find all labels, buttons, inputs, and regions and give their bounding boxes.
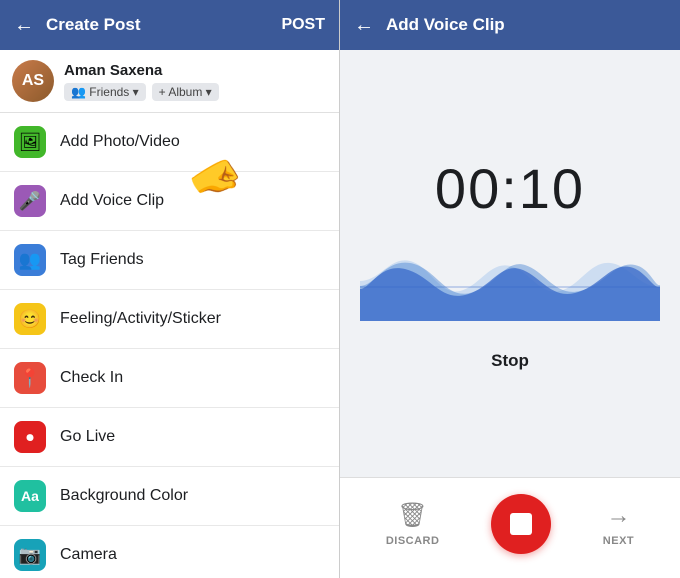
menu-item-bg-color[interactable]: Aa Background Color bbox=[0, 467, 339, 526]
discard-label: DISCARD bbox=[386, 535, 440, 547]
back-icon[interactable]: ← bbox=[14, 14, 34, 37]
tag-friends-label: Tag Friends bbox=[60, 251, 144, 269]
add-photo-icon: 🖼 bbox=[14, 126, 46, 158]
discard-icon: 🗑 bbox=[397, 501, 427, 530]
tag-friends-icon: 👥 bbox=[14, 244, 46, 276]
menu-list: 🖼 Add Photo/Video 🎤 Add Voice Clip 👥 Tag… bbox=[0, 113, 339, 578]
check-in-label: Check In bbox=[60, 369, 123, 387]
user-info: Aman Saxena 👥 Friends ▾ + Album ▾ bbox=[64, 62, 219, 101]
album-badge[interactable]: + Album ▾ bbox=[152, 83, 219, 101]
user-badges: 👥 Friends ▾ + Album ▾ bbox=[64, 83, 219, 101]
user-name: Aman Saxena bbox=[64, 62, 219, 79]
stop-square-icon bbox=[510, 513, 532, 535]
check-in-icon: 📍 bbox=[14, 362, 46, 394]
camera-icon: 📷 bbox=[14, 539, 46, 571]
next-button[interactable]: → NEXT bbox=[603, 502, 634, 547]
menu-item-feeling[interactable]: 😊 Feeling/Activity/Sticker bbox=[0, 290, 339, 349]
voice-content: 00:10 Stop bbox=[340, 50, 680, 477]
next-icon: → bbox=[606, 502, 630, 530]
post-button[interactable]: POST bbox=[281, 16, 325, 34]
feeling-icon: 😊 bbox=[14, 303, 46, 335]
left-header: ← Create Post POST bbox=[0, 0, 339, 50]
add-voice-icon: 🎤 bbox=[14, 185, 46, 217]
right-header: ← Add Voice Clip bbox=[340, 0, 680, 50]
menu-item-check-in[interactable]: 📍 Check In bbox=[0, 349, 339, 408]
go-live-icon: ⏺ bbox=[14, 421, 46, 453]
menu-item-add-voice[interactable]: 🎤 Add Voice Clip bbox=[0, 172, 339, 231]
bg-color-label: Background Color bbox=[60, 487, 188, 505]
menu-item-add-photo[interactable]: 🖼 Add Photo/Video bbox=[0, 113, 339, 172]
create-post-title: Create Post bbox=[46, 15, 269, 35]
go-live-label: Go Live bbox=[60, 428, 115, 446]
menu-item-camera[interactable]: 📷 Camera bbox=[0, 526, 339, 578]
camera-label: Camera bbox=[60, 546, 117, 564]
menu-item-tag-friends[interactable]: 👥 Tag Friends bbox=[0, 231, 339, 290]
bg-color-icon: Aa bbox=[14, 480, 46, 512]
create-post-panel: ← Create Post POST AS Aman Saxena 👥 Frie… bbox=[0, 0, 340, 578]
voice-back-icon[interactable]: ← bbox=[354, 14, 374, 37]
avatar: AS bbox=[12, 60, 54, 102]
stop-button[interactable] bbox=[491, 494, 551, 554]
add-photo-label: Add Photo/Video bbox=[60, 133, 180, 151]
stop-label: Stop bbox=[491, 351, 529, 371]
user-row: AS Aman Saxena 👥 Friends ▾ + Album ▾ bbox=[0, 50, 339, 113]
next-label: NEXT bbox=[603, 535, 634, 547]
menu-item-go-live[interactable]: ⏺ Go Live bbox=[0, 408, 339, 467]
timer-display: 00:10 bbox=[435, 156, 585, 221]
add-voice-title: Add Voice Clip bbox=[386, 15, 505, 35]
feeling-label: Feeling/Activity/Sticker bbox=[60, 310, 221, 328]
add-voice-clip-panel: ← Add Voice Clip 00:10 Stop 🗑 DISCARD bbox=[340, 0, 680, 578]
friends-badge[interactable]: 👥 Friends ▾ bbox=[64, 83, 146, 101]
voice-controls: 🗑 DISCARD → NEXT bbox=[340, 477, 680, 578]
waveform-visualization bbox=[360, 241, 660, 321]
discard-button[interactable]: 🗑 DISCARD bbox=[386, 501, 440, 547]
add-voice-label: Add Voice Clip bbox=[60, 192, 164, 210]
